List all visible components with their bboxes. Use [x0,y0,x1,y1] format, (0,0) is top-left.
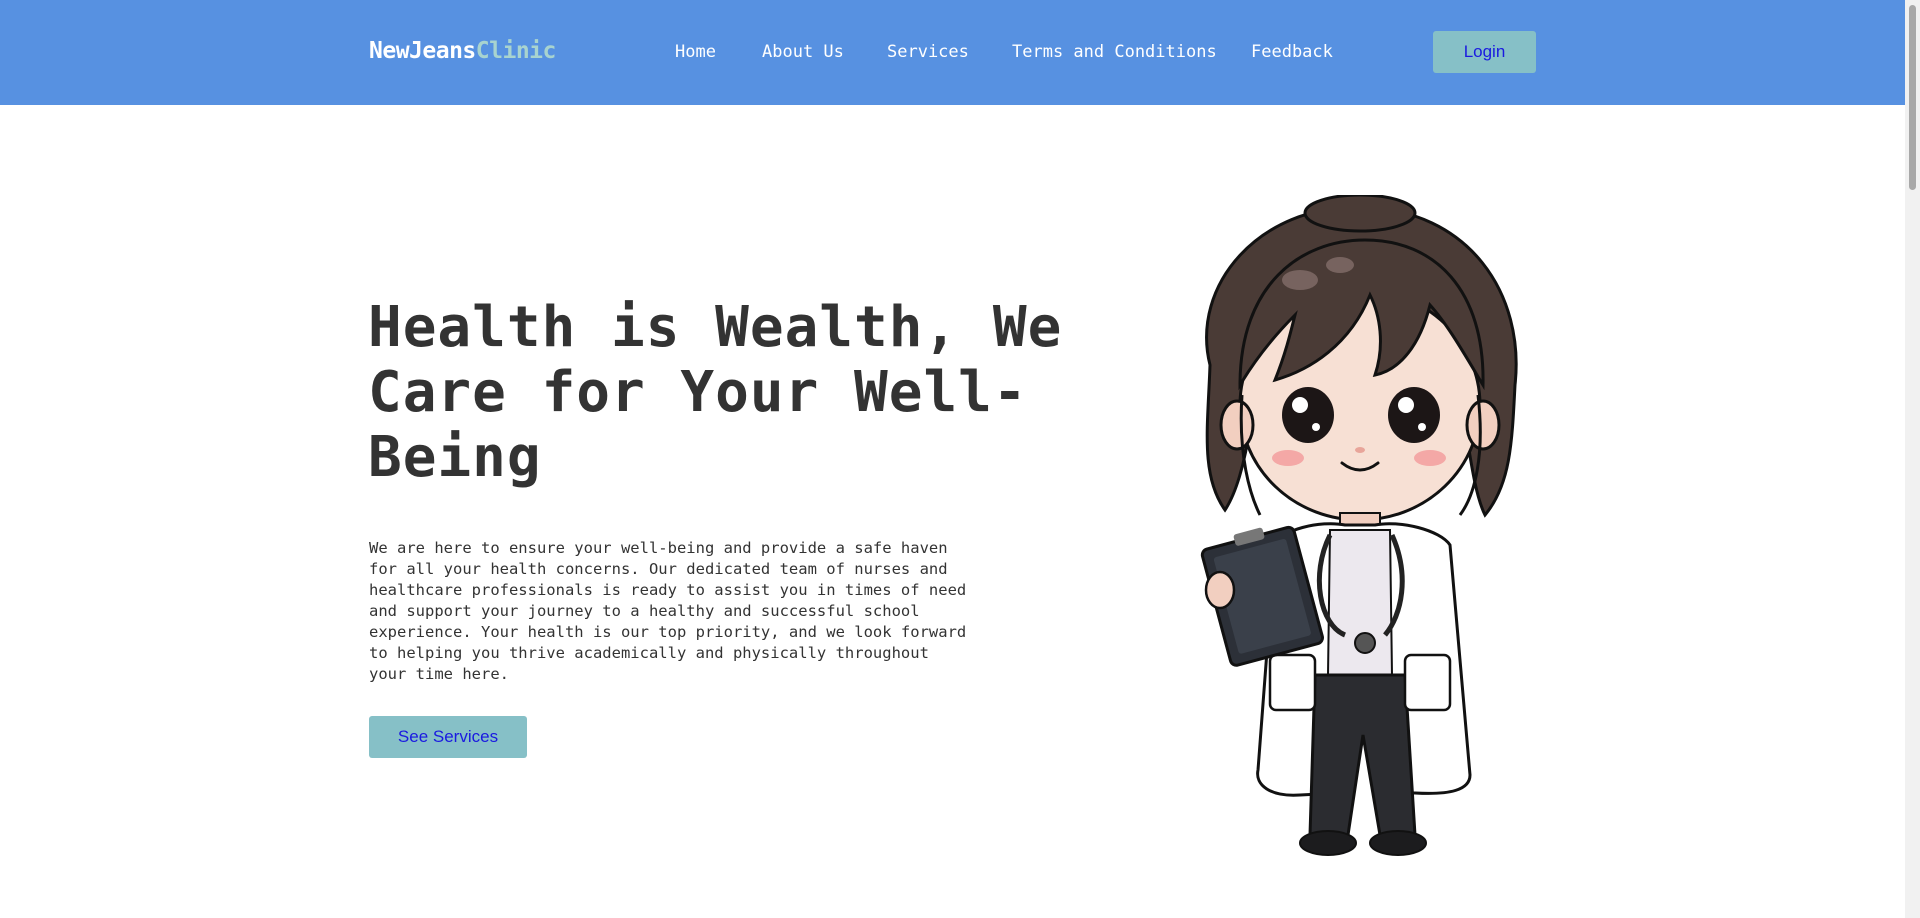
page-scrollbar[interactable] [1905,0,1920,918]
hero-title: Health is Wealth, We Care for Your Well-… [368,295,1063,490]
nav-feedback[interactable]: Feedback [1251,42,1333,62]
brand-name-main: NewJeans [369,38,476,64]
nav-about-us[interactable]: About Us [762,42,844,62]
brand-logo[interactable]: NewJeansClinic [369,38,556,64]
navbar: NewJeansClinic Home About Us Services Te… [0,0,1905,105]
nav-terms-and-conditions[interactable]: Terms and Conditions [1012,42,1217,62]
hero-description: We are here to ensure your well-being an… [369,539,967,683]
see-services-button[interactable]: See Services [369,716,527,758]
doctor-illustration [1200,195,1518,856]
login-button[interactable]: Login [1433,31,1536,73]
nav-home[interactable]: Home [675,42,716,62]
brand-name-accent: Clinic [475,38,557,64]
scrollbar-thumb[interactable] [1909,5,1916,190]
nav-services[interactable]: Services [887,42,969,62]
